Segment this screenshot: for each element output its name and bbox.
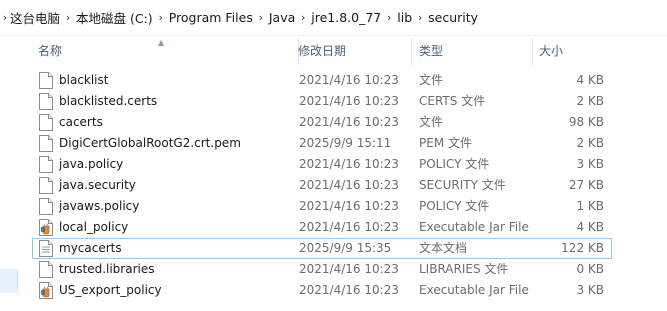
- file-row[interactable]: java.security 2021/4/16 10:23 SECURITY 文件 2…: [32, 175, 612, 196]
- file-type: POLICY 文件: [419, 199, 490, 213]
- text-document-icon: [39, 240, 53, 257]
- file-modified-date: 2025/9/9 15:35: [299, 241, 392, 255]
- breadcrumb-item-this-pc[interactable]: 这台电脑: [10, 8, 60, 27]
- file-type: SECURITY 文件: [419, 178, 506, 192]
- file-size: 4 KB: [576, 220, 604, 234]
- file-row[interactable]: javaws.policy 2021/4/16 10:23 POLICY 文件 1 K…: [32, 196, 612, 217]
- file-modified-date: 2021/4/16 10:23: [299, 157, 399, 171]
- file-size: 2 KB: [576, 94, 604, 108]
- breadcrumb-item-security[interactable]: security: [428, 10, 478, 25]
- file-modified-date: 2021/4/16 10:23: [299, 115, 399, 129]
- file-icon: [39, 198, 53, 215]
- file-type: PEM 文件: [419, 136, 472, 150]
- file-size: 1 KB: [576, 199, 604, 213]
- file-icon: [39, 135, 53, 152]
- chevron-right-icon[interactable]: ›: [153, 11, 169, 24]
- column-header-date[interactable]: 修改日期: [292, 38, 412, 65]
- file-row[interactable]: blacklisted.certs 2021/4/16 10:23 CERTS 文件…: [32, 91, 612, 112]
- file-modified-date: 2021/4/16 10:23: [299, 220, 399, 234]
- file-type: 文件: [419, 73, 444, 87]
- breadcrumb-item-java[interactable]: Java: [269, 10, 295, 25]
- file-type: LIBRARIES 文件: [419, 262, 509, 276]
- file-row[interactable]: US_export_policy 2021/4/16 10:23 Executabl…: [32, 280, 612, 301]
- file-name: trusted.libraries: [59, 262, 155, 276]
- file-name: javaws.policy: [59, 199, 140, 213]
- chevron-right-icon[interactable]: ›: [253, 11, 269, 24]
- chevron-right-icon[interactable]: ›: [412, 11, 428, 24]
- jar-icon: [39, 219, 53, 236]
- file-name: local_policy: [59, 220, 129, 234]
- file-size: 0 KB: [576, 262, 604, 276]
- file-size: 2 KB: [576, 136, 604, 150]
- jar-icon: [39, 282, 53, 299]
- file-modified-date: 2021/4/16 10:23: [299, 262, 399, 276]
- chevron-right-icon[interactable]: ›: [60, 11, 76, 24]
- column-header: ▲ 名称 修改日期 类型 大小: [20, 38, 613, 65]
- file-row[interactable]: cacerts 2021/4/16 10:23 文件 98 KB: [32, 112, 612, 133]
- file-type: CERTS 文件: [419, 94, 486, 108]
- file-size: 98 KB: [568, 115, 604, 129]
- file-modified-date: 2021/4/16 10:23: [299, 94, 399, 108]
- breadcrumb-item-lib[interactable]: lib: [397, 10, 412, 25]
- file-modified-date: 2021/4/16 10:23: [299, 199, 399, 213]
- chevron-right-icon[interactable]: ›: [0, 11, 10, 24]
- file-row[interactable]: DigiCertGlobalRootG2.crt.pem 2025/9/9 15:…: [32, 133, 612, 154]
- file-icon: [39, 261, 53, 278]
- file-size: 4 KB: [576, 73, 604, 87]
- file-type: Executable Jar File: [419, 283, 529, 297]
- column-header-size[interactable]: 大小: [533, 38, 613, 65]
- file-row[interactable]: java.policy 2021/4/16 10:23 POLICY 文件 3 KB: [32, 154, 612, 175]
- file-type: POLICY 文件: [419, 157, 490, 171]
- file-list: blacklist 2021/4/16 10:23 文件 4 KB blackliste…: [32, 70, 612, 301]
- file-size: 122 KB: [561, 241, 604, 255]
- breadcrumb: › 这台电脑 › 本地磁盘 (C:) › Program Files › Jav…: [0, 0, 667, 36]
- file-type: 文本文档: [419, 241, 468, 255]
- file-modified-date: 2021/4/16 10:23: [299, 283, 399, 297]
- file-row[interactable]: mycacerts 2025/9/9 15:35 文本文档 122 KB: [32, 238, 612, 259]
- file-name: cacerts: [59, 115, 103, 129]
- breadcrumb-item-program-files[interactable]: Program Files: [169, 10, 253, 25]
- chevron-right-icon[interactable]: ›: [295, 11, 311, 24]
- file-icon: [39, 114, 53, 131]
- file-size: 27 KB: [568, 178, 604, 192]
- file-name: DigiCertGlobalRootG2.crt.pem: [59, 136, 241, 150]
- file-type: Executable Jar File: [419, 220, 529, 234]
- file-modified-date: 2025/9/9 15:11: [299, 136, 392, 150]
- file-name: blacklisted.certs: [59, 94, 158, 108]
- breadcrumb-item-jre[interactable]: jre1.8.0_77: [311, 10, 381, 25]
- file-name: blacklist: [59, 73, 109, 87]
- file-icon: [39, 72, 53, 89]
- file-name: java.security: [59, 178, 136, 192]
- file-icon: [39, 156, 53, 173]
- file-size: 3 KB: [576, 157, 604, 171]
- file-row[interactable]: local_policy 2021/4/16 10:23 Executable Ja…: [32, 217, 612, 238]
- chevron-right-icon[interactable]: ›: [381, 11, 397, 24]
- file-modified-date: 2021/4/16 10:23: [299, 73, 399, 87]
- file-size: 3 KB: [576, 283, 604, 297]
- file-type: 文件: [419, 115, 444, 129]
- column-header-type[interactable]: 类型: [413, 38, 533, 65]
- file-row[interactable]: blacklist 2021/4/16 10:23 文件 4 KB: [32, 70, 612, 91]
- breadcrumb-item-local-disk[interactable]: 本地磁盘 (C:): [76, 8, 153, 27]
- file-name: java.policy: [59, 157, 124, 171]
- navigation-pane[interactable]: [0, 36, 20, 311]
- file-name: US_export_policy: [59, 283, 162, 297]
- file-row[interactable]: trusted.libraries 2021/4/16 10:23 LIBRARIE…: [32, 259, 612, 280]
- file-icon: [39, 177, 53, 194]
- file-name: mycacerts: [59, 241, 122, 255]
- navigation-pane-selected-item[interactable]: [0, 269, 18, 293]
- column-header-name[interactable]: 名称: [32, 38, 299, 65]
- file-icon: [39, 93, 53, 110]
- file-modified-date: 2021/4/16 10:23: [299, 178, 399, 192]
